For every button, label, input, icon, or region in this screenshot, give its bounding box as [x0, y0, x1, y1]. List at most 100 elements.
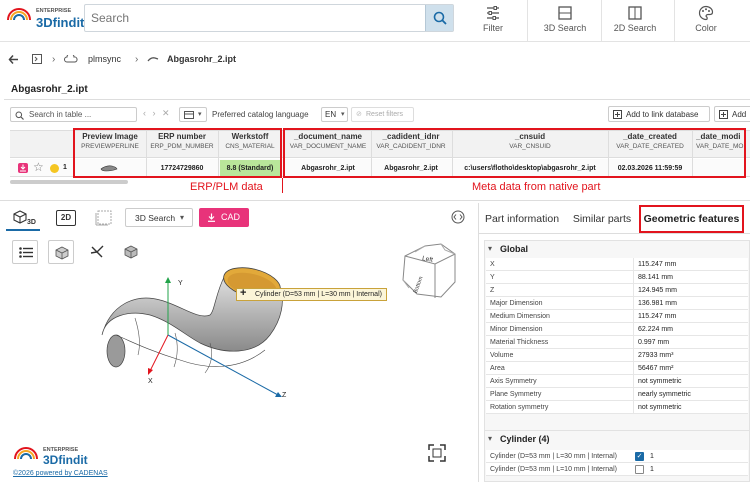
add-to-link-db-button[interactable]: Add to link database — [608, 106, 710, 122]
global-table: X 115.247 mm Y 88.141 mm Z 124.945 mm Major Di… — [486, 258, 748, 415]
search-button[interactable] — [425, 5, 453, 31]
global-row: Area 56467 mm² — [486, 362, 748, 375]
breadcrumb-plmsync[interactable]: plmsync — [88, 54, 121, 64]
global-row-label: Minor Dimension — [490, 326, 543, 333]
chevron-down-icon: ▾ — [198, 111, 202, 118]
breadcrumb-current: Abgasrohr_2.ipt — [167, 54, 237, 64]
global-row-label: Axis Symmetry — [490, 378, 537, 385]
reset-filters-label: Reset filters — [366, 111, 403, 118]
tab-part-information[interactable]: Part information — [478, 205, 566, 233]
filter-label: Filter — [483, 23, 503, 33]
logo-main-text: 3Dfindit — [36, 15, 85, 30]
table-nav-arrows[interactable]: ‹ › ✕ — [143, 108, 172, 119]
fit-view-icon[interactable] — [428, 444, 446, 462]
global-row-value: 27933 mm³ — [633, 349, 673, 361]
home-login-icon[interactable] — [31, 53, 43, 65]
search-box — [84, 4, 454, 32]
add-button[interactable]: Add — [714, 106, 750, 122]
footer-copyright-link[interactable]: ©2026 powered by CADENAS — [13, 470, 108, 477]
2d-search-label: 2D Search — [613, 23, 657, 33]
status-dot-icon — [50, 164, 59, 173]
language-value: EN — [325, 110, 337, 119]
annotation-divider — [282, 178, 283, 193]
chevron-down-icon[interactable]: ▾ — [488, 434, 492, 443]
cylinder-row[interactable]: Cylinder (D=53 mm | L=10 mm | Internal) 1 — [486, 463, 748, 476]
tab-3d[interactable]: 3D — [6, 207, 40, 231]
3d-model-view[interactable] — [90, 255, 310, 405]
app-logo[interactable]: ENTERPRISE 3Dfindit — [6, 6, 84, 36]
tab-3d-label: 3D — [27, 219, 36, 226]
document-title-bar — [4, 80, 750, 100]
3d-search-button[interactable]: 3D Search — [533, 4, 597, 36]
add-to-link-db-label: Add to link database — [626, 110, 699, 119]
cad-button-label: CAD — [221, 212, 241, 222]
axis-z-label: Z — [282, 392, 287, 399]
3d-search-select[interactable]: 3D Search ▾ — [125, 208, 193, 227]
feature-tooltip: Cylinder (D=53 mm | L=30 mm | Internal) — [236, 288, 387, 301]
cylinder-row-checkbox[interactable] — [635, 465, 644, 474]
cylinder-row-count: 1 — [650, 466, 654, 473]
language-select[interactable]: EN ▾ — [321, 107, 348, 122]
3d-search-icon — [558, 6, 572, 20]
column-settings-button[interactable]: ▾ — [179, 107, 207, 122]
global-row-label: Major Dimension — [490, 300, 543, 307]
global-row-value: 115.247 mm — [633, 258, 676, 270]
3d-search-select-label: 3D Search — [135, 213, 176, 223]
filter-button[interactable]: Filter — [461, 4, 525, 36]
search-icon — [433, 11, 447, 25]
measure-icon[interactable] — [95, 210, 112, 226]
cloud-sync-icon — [64, 55, 78, 63]
erp-data-highlight — [73, 128, 282, 178]
global-row: Plane Symmetry nearly symmetric — [486, 388, 748, 401]
tab-similar-parts[interactable]: Similar parts — [566, 205, 638, 233]
collapse-panel-icon[interactable] — [451, 210, 465, 224]
render-mode-button[interactable] — [48, 240, 74, 264]
crosshair-icon: + — [240, 287, 247, 299]
breadcrumb-separator: › — [135, 54, 139, 65]
footer-logo-main: 3Dfindit — [43, 453, 88, 467]
table-icon — [184, 111, 194, 119]
document-title: Abgasrohr_2.ipt — [11, 84, 88, 95]
download-icon[interactable] — [18, 163, 28, 173]
table-search-box[interactable]: Search in table ... — [10, 107, 137, 122]
global-row-value: 62.224 mm — [633, 323, 673, 335]
cylinder-row-label: Cylinder (D=53 mm | L=10 mm | Internal) — [490, 466, 617, 473]
2d-search-icon — [628, 6, 642, 20]
view-cube[interactable] — [395, 242, 465, 302]
chevron-down-icon[interactable]: ▾ — [488, 244, 492, 253]
2d-search-button[interactable]: 2D Search — [603, 4, 667, 36]
filter-off-icon: ⊘ — [356, 111, 362, 118]
global-row-value: 115.247 mm — [633, 310, 676, 322]
footer-logo-arc-icon — [14, 447, 38, 460]
global-row: Rotation symmetry not symmetric — [486, 401, 748, 414]
cad-download-button[interactable]: CAD — [199, 208, 249, 227]
color-button[interactable]: Color — [674, 4, 738, 36]
list-icon — [19, 247, 33, 258]
3d-search-label: 3D Search — [543, 23, 587, 33]
tab-geometric-features[interactable]: Geometric features — [639, 205, 744, 233]
cube-icon — [13, 210, 27, 224]
global-row-label: Medium Dimension — [490, 313, 550, 320]
reset-filters-button[interactable]: ⊘ Reset filters — [351, 107, 414, 122]
global-row-label: Rotation symmetry — [490, 404, 549, 411]
tab-2d[interactable]: 2D — [56, 210, 76, 226]
search-input[interactable] — [85, 5, 425, 31]
catalog-language-label: Preferred catalog language — [212, 110, 309, 119]
back-arrow-icon[interactable] — [8, 54, 19, 65]
global-row: Z 124.945 mm — [486, 284, 748, 297]
search-icon — [15, 111, 24, 120]
cylinder-row[interactable]: Cylinder (D=53 mm | L=30 mm | Internal) ✓… — [486, 450, 748, 463]
logo-arc-icon — [7, 8, 31, 21]
row-index: 1 — [63, 164, 67, 171]
global-row-label: Material Thickness — [490, 339, 549, 346]
global-row-value: 88.141 mm — [633, 271, 673, 283]
breadcrumb-separator: › — [52, 54, 56, 65]
structure-list-button[interactable] — [12, 240, 38, 264]
global-row-value: 56467 mm² — [633, 362, 673, 374]
favorite-star-icon[interactable]: ☆ — [33, 160, 44, 174]
cylinder-row-checkbox[interactable]: ✓ — [635, 452, 644, 461]
global-row-label: Y — [490, 274, 495, 281]
global-row-label: Area — [490, 365, 505, 372]
filter-icon — [487, 6, 499, 20]
table-horizontal-scrollbar[interactable] — [10, 180, 128, 184]
